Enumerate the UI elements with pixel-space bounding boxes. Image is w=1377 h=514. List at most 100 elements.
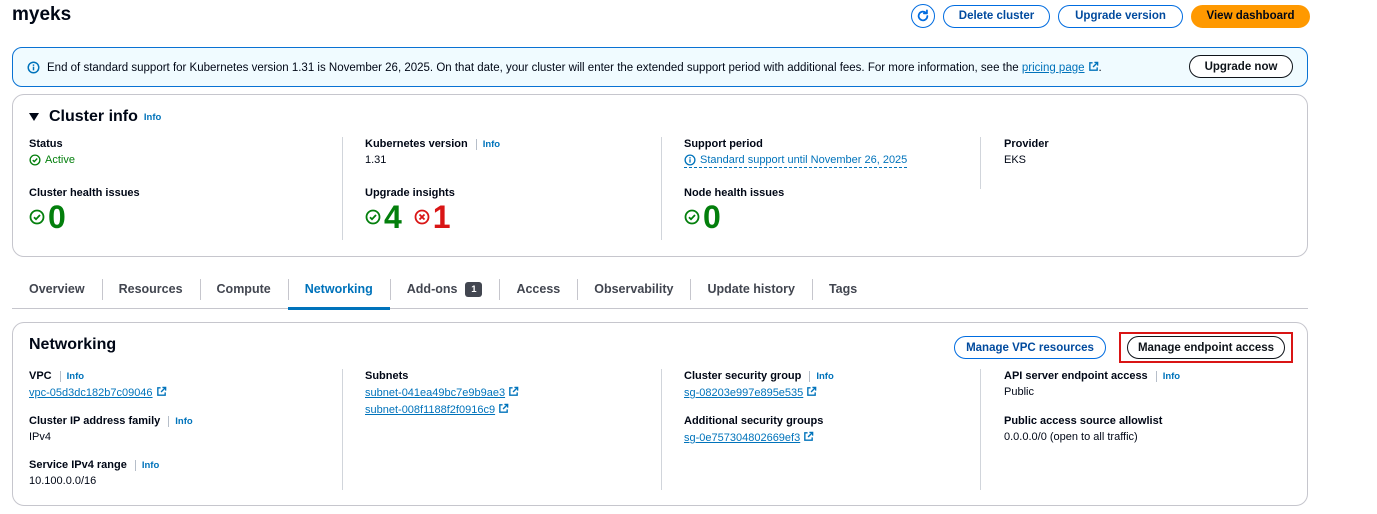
cluster-security-group-link[interactable]: sg-08203e997e895e535 <box>684 387 803 399</box>
subnet-link[interactable]: subnet-041ea49bc7e9b9ae3 <box>365 387 505 399</box>
networking-title: Networking <box>29 336 117 353</box>
check-circle-icon <box>29 209 45 225</box>
additional-security-group-link-text: sg-0e757304802669ef3 <box>684 432 801 444</box>
networking-panel: Networking Manage VPC resources Manage e… <box>12 322 1308 506</box>
upgrade-version-button[interactable]: Upgrade version <box>1058 4 1183 28</box>
node-health-count: 0 <box>703 199 721 235</box>
pricing-page-link[interactable]: pricing page <box>1021 61 1099 74</box>
external-link-icon <box>509 386 519 396</box>
x-circle-icon <box>414 209 430 225</box>
upgrade-insights-field: Upgrade insights 4 1 <box>365 187 463 235</box>
additional-security-group-link[interactable]: sg-0e757304802669ef3 <box>684 432 800 444</box>
endpoint-access-field: API server endpoint access Info Public <box>1004 370 1180 398</box>
tab-access[interactable]: Access <box>499 270 577 309</box>
upgrade-insights-label: Upgrade insights <box>365 187 455 199</box>
node-health-field: Node health issues 0 <box>684 187 784 235</box>
tab-observability[interactable]: Observability <box>577 270 690 309</box>
insights-passing[interactable]: 4 <box>365 199 402 235</box>
insights-passing-count: 4 <box>384 199 402 235</box>
tab-label: Access <box>516 282 561 296</box>
tab-label: Observability <box>594 282 674 296</box>
upgrade-now-button[interactable]: Upgrade now <box>1189 55 1293 78</box>
cluster-security-group-link-text: sg-08203e997e895e535 <box>684 387 804 399</box>
ip-family-value: IPv4 <box>29 431 52 443</box>
kubernetes-version-value: 1.31 <box>365 154 387 166</box>
support-alert: End of standard support for Kubernetes v… <box>12 47 1308 87</box>
alert-text-end: . <box>1098 61 1102 74</box>
cluster-security-group-info-link[interactable]: Info <box>816 371 833 382</box>
status-text: Active <box>45 154 75 166</box>
info-circle-icon <box>684 154 696 166</box>
page-title: myeks <box>12 4 72 25</box>
service-range-field: Service IPv4 range Info 10.100.0.0/16 <box>29 459 159 487</box>
cluster-info-title: Cluster info <box>49 108 138 125</box>
tab-label: Add-ons <box>406 282 458 296</box>
service-range-label-text: Service IPv4 range <box>29 459 127 471</box>
status-value: Active <box>29 154 75 166</box>
cluster-health-field: Cluster health issues 0 <box>29 187 140 235</box>
alert-message: End of standard support for Kubernetes v… <box>47 61 1102 74</box>
kubernetes-version-info-link[interactable]: Info <box>483 139 500 150</box>
upgrade-insights-value: 4 1 <box>365 199 463 235</box>
endpoint-access-info-link[interactable]: Info <box>1163 371 1180 382</box>
service-range-info-link[interactable]: Info <box>142 460 159 471</box>
alert-text: End of standard support for Kubernetes v… <box>47 61 1022 74</box>
cluster-health-value: 0 <box>29 199 140 235</box>
vpc-link[interactable]: vpc-05d3dc182b7c09046 <box>29 387 153 399</box>
tab-add-ons[interactable]: Add-ons 1 <box>389 270 500 309</box>
subnet-link-text: subnet-041ea49bc7e9b9ae3 <box>365 387 506 399</box>
tab-resources[interactable]: Resources <box>101 270 200 309</box>
tab-overview[interactable]: Overview <box>12 270 102 309</box>
vpc-label: VPC Info <box>29 370 167 382</box>
refresh-button[interactable] <box>911 4 935 28</box>
tab-label: Update history <box>707 282 795 296</box>
delete-cluster-button[interactable]: Delete cluster <box>943 4 1050 28</box>
subnets-field: Subnets subnet-041ea49bc7e9b9ae3 subnet-… <box>365 370 519 416</box>
check-circle-icon <box>684 209 700 225</box>
vpc-info-link[interactable]: Info <box>67 371 84 382</box>
view-dashboard-button[interactable]: View dashboard <box>1191 4 1310 28</box>
cluster-security-group-field: Cluster security group Info sg-08203e997e… <box>684 370 834 399</box>
cluster-security-group-label: Cluster security group Info <box>684 370 834 382</box>
tab-label: Resources <box>118 282 183 296</box>
allowlist-value: 0.0.0.0/0 (open to all traffic) <box>1004 431 1138 443</box>
cluster-info-header[interactable]: Cluster info Info <box>29 108 161 126</box>
external-link-icon <box>499 403 509 413</box>
ip-family-label: Cluster IP address family Info <box>29 415 193 427</box>
subnet-link-text: subnet-008f1188f2f0916c9 <box>365 404 496 416</box>
networking-actions: Manage VPC resources Manage endpoint acc… <box>954 332 1293 363</box>
ip-family-info-link[interactable]: Info <box>175 416 192 427</box>
provider-value: EKS <box>1004 154 1027 166</box>
support-period-field: Support period Standard support until No… <box>684 138 908 169</box>
tab-tags[interactable]: Tags <box>811 270 874 309</box>
insights-failing-count: 1 <box>432 199 451 235</box>
additional-security-groups-field: Additional security groups sg-0e75730480… <box>684 415 823 444</box>
external-link-icon <box>807 386 817 396</box>
cluster-health-count: 0 <box>48 199 66 235</box>
pricing-page-link-text: pricing page <box>1021 61 1085 74</box>
cluster-info-info-link[interactable]: Info <box>144 112 161 123</box>
check-circle-icon <box>29 154 41 166</box>
insights-failing[interactable]: 1 <box>414 199 451 235</box>
tab-label: Compute <box>216 282 271 296</box>
subnets-label: Subnets <box>365 370 409 382</box>
tab-compute[interactable]: Compute <box>199 270 288 309</box>
external-link-icon <box>804 431 814 441</box>
column-divider <box>980 369 981 490</box>
tab-networking[interactable]: Networking <box>287 270 390 310</box>
support-period-popover[interactable]: Standard support until November 26, 2025 <box>684 154 908 168</box>
endpoint-access-label-text: API server endpoint access <box>1004 370 1148 382</box>
column-divider <box>980 137 981 189</box>
highlight-box: Manage endpoint access <box>1119 332 1293 363</box>
manage-vpc-resources-button[interactable]: Manage VPC resources <box>954 336 1106 359</box>
add-ons-count-badge: 1 <box>465 281 483 297</box>
tab-label: Overview <box>29 282 85 296</box>
service-range-label: Service IPv4 range Info <box>29 459 159 471</box>
subnet-link[interactable]: subnet-008f1188f2f0916c9 <box>365 404 495 416</box>
endpoint-access-label: API server endpoint access Info <box>1004 370 1180 382</box>
manage-endpoint-access-button[interactable]: Manage endpoint access <box>1127 336 1285 359</box>
tab-update-history[interactable]: Update history <box>690 270 812 309</box>
allowlist-label: Public access source allowlist <box>1004 415 1163 427</box>
header-actions: Delete cluster Upgrade version View dash… <box>911 4 1310 28</box>
tab-label: Tags <box>828 282 858 296</box>
